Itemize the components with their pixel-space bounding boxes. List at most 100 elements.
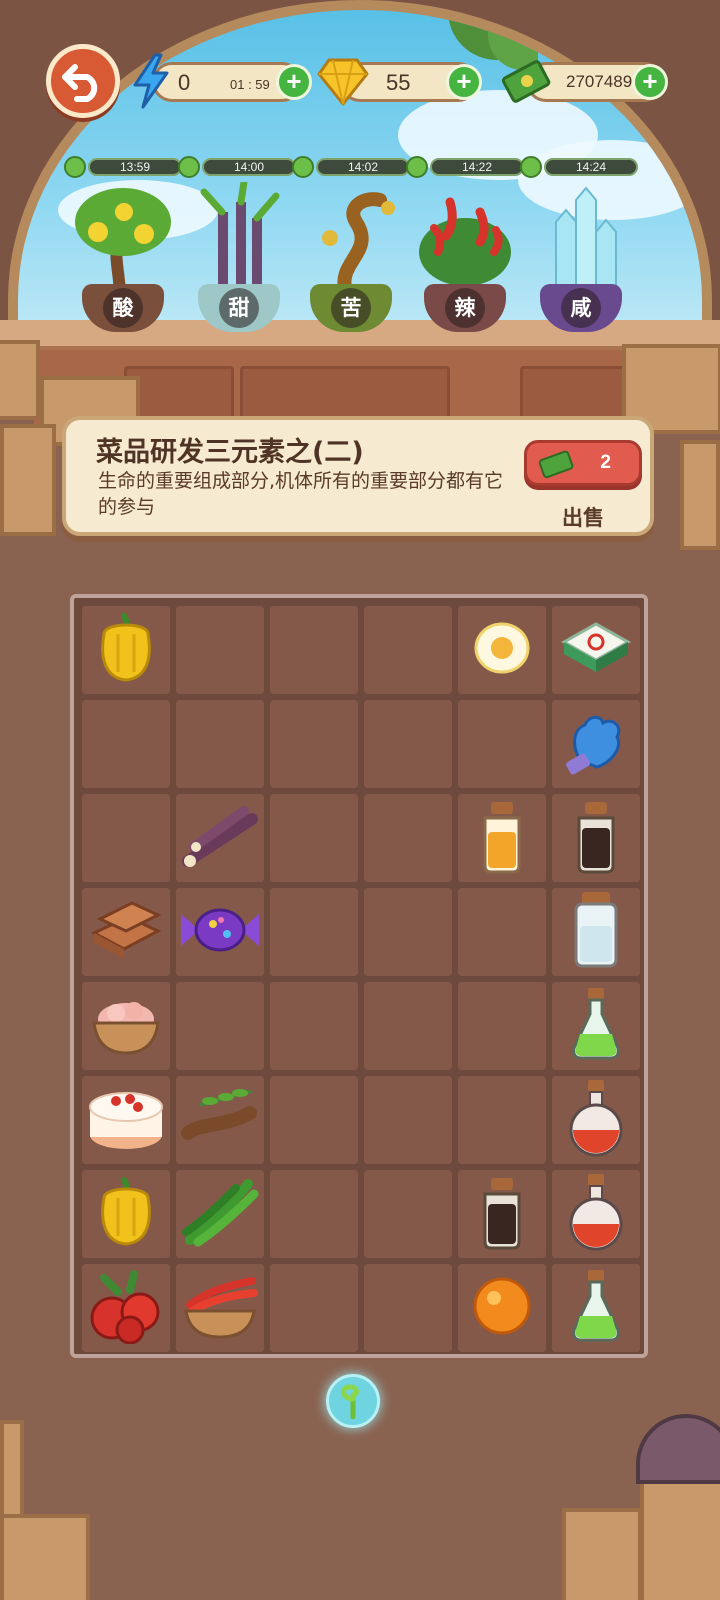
board-cell[interactable] [176,888,264,976]
board-cell[interactable] [458,1076,546,1164]
board-cell[interactable] [82,606,170,694]
board-cell[interactable] [82,1076,170,1164]
hint-button[interactable] [326,1374,380,1428]
board-cell[interactable] [364,700,452,788]
back-button[interactable] [46,44,120,118]
board-cell[interactable] [82,888,170,976]
plant-bitter[interactable]: 苦 [296,182,406,332]
board-cell[interactable] [270,1170,358,1258]
plant-timer: 14:22 [406,156,526,178]
board-cell[interactable] [176,794,264,882]
blue-glove-icon[interactable] [561,707,631,781]
add-cash-button[interactable]: + [632,64,668,100]
pot: 咸 [540,284,622,332]
sell-price: 2 [600,452,611,473]
board-cell[interactable] [82,982,170,1070]
board-cell[interactable] [82,1170,170,1258]
chili-bowl-icon[interactable] [178,1271,262,1345]
board-cell[interactable] [552,1076,640,1164]
board-cell[interactable] [552,794,640,882]
candy-icon[interactable] [177,900,263,964]
board-cell[interactable] [176,700,264,788]
yellow-pepper-icon[interactable] [94,1176,158,1252]
board-cell[interactable] [552,888,640,976]
board-cell[interactable] [270,794,358,882]
merge-board [70,594,648,1358]
lemon-tree-icon [75,188,171,292]
board-cell[interactable] [270,1076,358,1164]
board-cell[interactable] [458,888,546,976]
pot: 酸 [82,284,164,332]
sell-button[interactable]: 2 [524,440,642,486]
board-cell[interactable] [176,1170,264,1258]
board-cell[interactable] [364,794,452,882]
crate [0,424,56,536]
add-gems-button[interactable]: + [446,64,482,100]
board-cell[interactable] [364,1076,452,1164]
mahjong-tile-icon[interactable] [558,616,634,684]
toast-icon[interactable] [88,897,164,967]
sprout-icon [341,1384,359,1419]
board-cell[interactable] [552,982,640,1070]
sugarcane-icon[interactable] [180,801,260,875]
flavor-label: 咸 [561,288,601,328]
board-cell[interactable] [82,700,170,788]
green-potion-icon[interactable] [568,1268,624,1348]
cake-icon[interactable] [86,1083,166,1157]
board-cell[interactable] [176,982,264,1070]
orange-orb-icon[interactable] [470,1274,534,1342]
board-cell[interactable] [270,700,358,788]
board-cell[interactable] [270,606,358,694]
board-cell[interactable] [552,700,640,788]
board-cell[interactable] [552,606,640,694]
flavor-label: 甜 [219,288,259,328]
plant-timer-text: 13:59 [88,158,182,176]
soy-sauce-jar-icon[interactable] [477,1174,527,1254]
gems-value: 55 [386,70,411,95]
board-cell[interactable] [458,1264,546,1352]
board-cell[interactable] [176,1264,264,1352]
board-cell[interactable] [270,1264,358,1352]
board-cell[interactable] [176,1076,264,1164]
meat-bowl-icon[interactable] [88,991,164,1061]
board-cell[interactable] [364,1170,452,1258]
board-cell[interactable] [364,606,452,694]
board-cell[interactable] [364,1264,452,1352]
board-cell[interactable] [176,606,264,694]
soy-sauce-jar-icon[interactable] [571,798,621,878]
energy-timer: 01 : 59 [230,77,270,92]
board-cell[interactable] [552,1170,640,1258]
flavor-label: 酸 [103,288,143,328]
board-cell[interactable] [458,700,546,788]
fried-egg-icon[interactable] [472,618,532,682]
board-cell[interactable] [270,982,358,1070]
red-potion-icon[interactable] [566,1078,626,1162]
board-cell[interactable] [82,1264,170,1352]
yellow-pepper-icon[interactable] [94,612,158,688]
bitter-tree-icon [322,192,395,292]
add-energy-button[interactable]: + [276,64,312,100]
board-cell[interactable] [364,888,452,976]
board-cell[interactable] [364,982,452,1070]
board-cell[interactable] [82,794,170,882]
plant-sour[interactable]: 酸 [68,182,178,332]
plant-timer: 14:02 [292,156,412,178]
board-cell[interactable] [458,606,546,694]
board-cell[interactable] [458,982,546,1070]
plant-spicy[interactable]: 辣 [410,182,520,332]
clock-icon [520,156,542,178]
honey-jar-icon[interactable] [477,798,527,878]
board-cell[interactable] [458,794,546,882]
red-potion-icon[interactable] [566,1172,626,1256]
chili-plant-icon [419,197,511,286]
green-potion-icon[interactable] [568,986,624,1066]
green-chili-icon[interactable] [180,1176,260,1252]
red-berries-icon[interactable] [84,1268,168,1348]
board-cell[interactable] [552,1264,640,1352]
salt-jar-icon[interactable] [570,890,622,974]
board-cell[interactable] [458,1170,546,1258]
tamarind-icon[interactable] [180,1083,260,1157]
plant-sweet[interactable]: 甜 [184,182,294,332]
board-cell[interactable] [270,888,358,976]
plant-salty[interactable]: 咸 [526,182,636,332]
